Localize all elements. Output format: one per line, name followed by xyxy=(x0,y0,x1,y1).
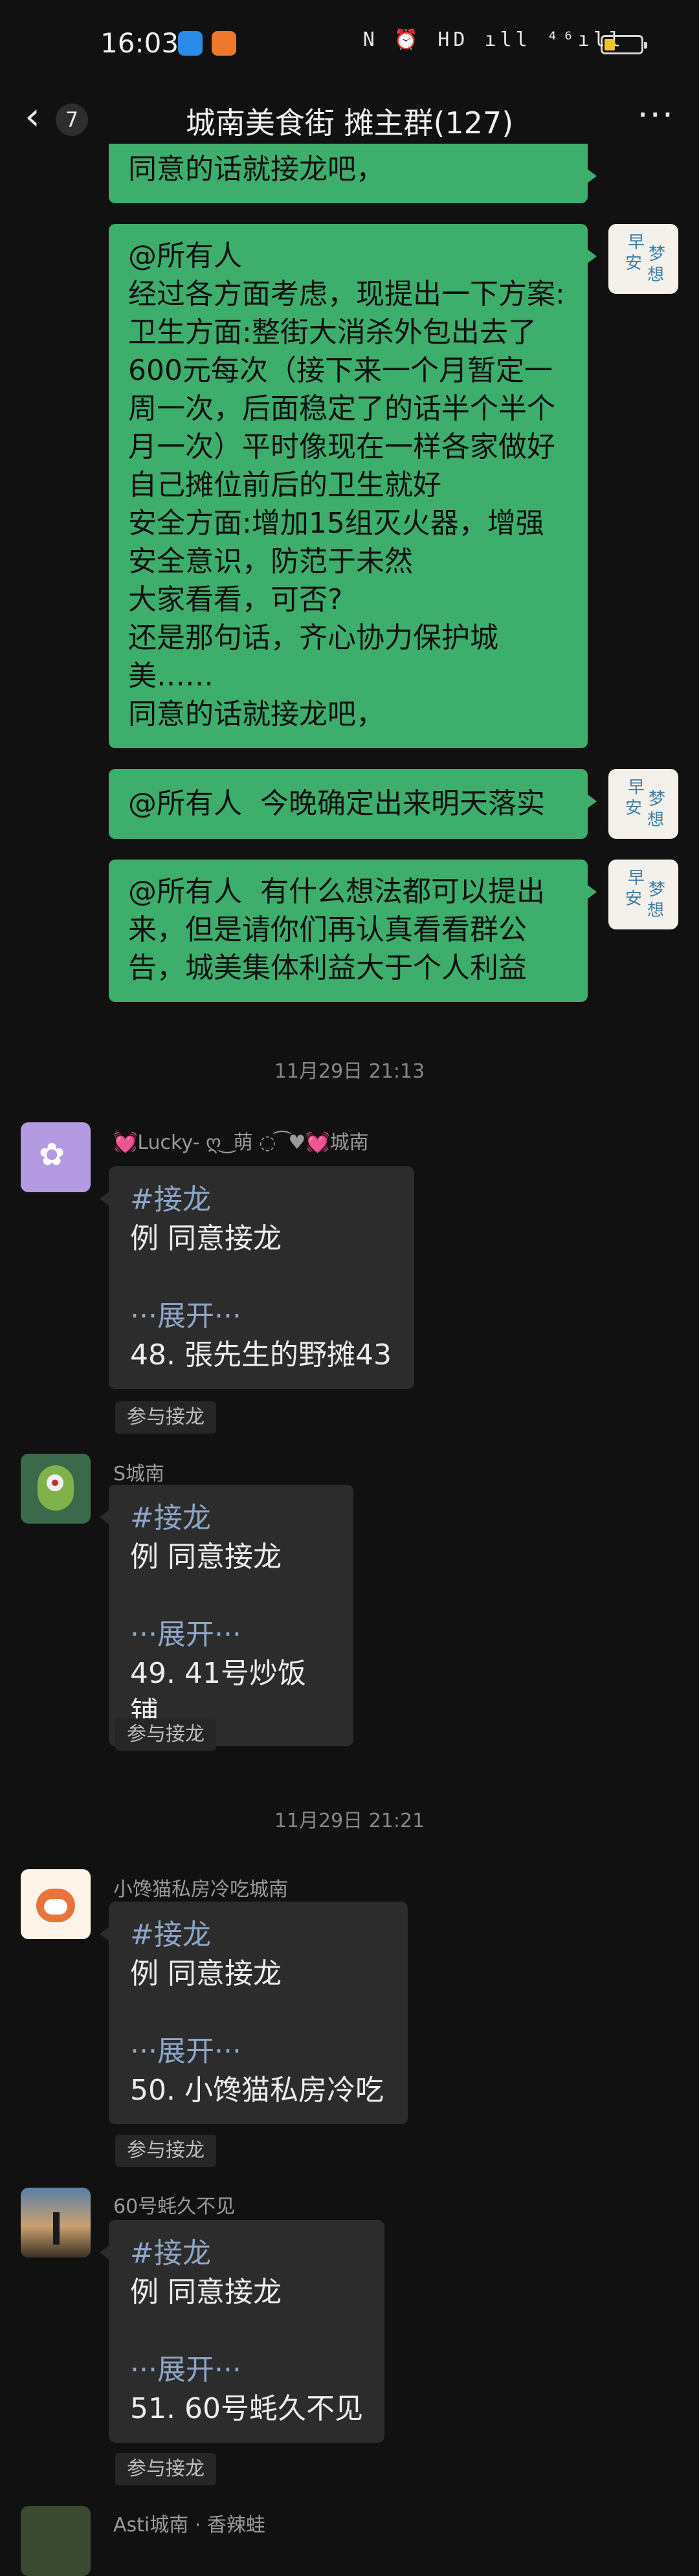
avatar-self[interactable]: 早 安 梦 想 xyxy=(608,769,678,839)
chain-example: 例 同意接龙 xyxy=(130,1957,282,1990)
avatar-char: 想 xyxy=(647,265,665,285)
chain-hashtag[interactable]: #接龙 xyxy=(130,2234,363,2273)
message-bubble-chain[interactable]: #接龙 例 同意接龙 ···展开··· 48. 張先生的野摊43 xyxy=(100,1166,414,1389)
join-chain-button[interactable]: 参与接龙 xyxy=(115,2453,216,2485)
message-bubble-chain[interactable]: #接龙 例 同意接龙 ···展开··· 50. 小馋猫私房冷吃 xyxy=(100,1902,408,2124)
expand-link[interactable]: ···展开··· xyxy=(130,1616,332,1654)
chain-entry: 48. 張先生的野摊43 xyxy=(130,1338,392,1371)
chain-hashtag[interactable]: #接龙 xyxy=(130,1916,386,1955)
expand-link[interactable]: ···展开··· xyxy=(130,2032,386,2071)
notification-app-icon-2 xyxy=(212,31,236,56)
chain-example: 例 同意接龙 xyxy=(130,2276,282,2309)
avatar-char: 想 xyxy=(647,901,665,920)
join-chain-button[interactable]: 参与接龙 xyxy=(115,1401,216,1434)
chain-entry: 51. 60号蚝久不见 xyxy=(130,2392,363,2425)
chain-entry: 50. 小馋猫私房冷吃 xyxy=(130,2074,384,2107)
battery-icon xyxy=(601,35,647,54)
avatar-self[interactable]: 早 安 梦 想 xyxy=(608,224,678,294)
chain-example: 例 同意接龙 xyxy=(130,1540,282,1573)
timestamp: 11月29日 21:13 xyxy=(274,1060,425,1083)
sender-name: S城南 xyxy=(113,1463,165,1485)
avatar-self[interactable]: 早 安 梦 想 xyxy=(608,860,678,929)
avatar-60hao[interactable] xyxy=(21,2188,91,2258)
message-bubble-chain[interactable]: #接龙 例 同意接龙 ···展开··· 49. 41号炒饭铺 xyxy=(100,1485,353,1746)
join-chain-button[interactable]: 参与接龙 xyxy=(115,2135,216,2167)
chain-example: 例 同意接龙 xyxy=(130,1222,282,1255)
message-bubble-self[interactable]: @所有人 今晚确定出来明天落实 xyxy=(109,769,597,839)
avatar-char: 安 xyxy=(625,889,643,909)
avatar-char: 安 xyxy=(625,254,643,273)
avatar-char: 想 xyxy=(647,810,665,830)
join-chain-button[interactable]: 参与接龙 xyxy=(115,1718,216,1751)
message-bubble-self[interactable]: @所有人 有什么想法都可以提出 来，但是请你们再认真看看群公 告，城美集体利益大… xyxy=(109,860,597,1002)
message-bubble-self[interactable]: @所有人 经过各方面考虑，现提出一下方案: 卫生方面:整街大消杀外包出去了 60… xyxy=(109,224,597,748)
chat-header: ‹ 7 城南美食街 摊主群(127) ··· xyxy=(0,91,699,152)
sender-name: Asti城南 · 香辣蛙 xyxy=(113,2514,265,2537)
status-bar: 16:03 N ⏰ HD ıll ⁴⁶ıll xyxy=(0,0,699,91)
chain-hashtag[interactable]: #接龙 xyxy=(130,1181,393,1219)
expand-link[interactable]: ···展开··· xyxy=(130,2351,363,2390)
message-bubble-chain[interactable]: #接龙 例 同意接龙 ···展开··· 51. 60号蚝久不见 xyxy=(100,2220,384,2443)
avatar-asti[interactable] xyxy=(21,2506,91,2576)
chat-title: 城南美食街 摊主群(127) xyxy=(185,105,514,140)
notification-app-icon xyxy=(178,31,203,56)
status-time: 16:03 xyxy=(100,27,179,59)
sender-name: 小馋猫私房冷吃城南 xyxy=(113,1878,288,1901)
expand-link[interactable]: ···展开··· xyxy=(130,1297,393,1336)
chain-hashtag[interactable]: #接龙 xyxy=(130,1499,332,1538)
avatar-char: 安 xyxy=(625,799,643,818)
message-bubble-self[interactable]: 同意的话就接龙吧， xyxy=(109,144,597,203)
avatar-lucky[interactable]: ✿ xyxy=(21,1122,91,1192)
sender-name: 💓Lucky- ღ ͜ 萌 ◌ ͡ ♥💓城南 xyxy=(113,1131,369,1154)
avatar-xiaochanmao[interactable] xyxy=(21,1869,91,1939)
more-options-icon[interactable]: ··· xyxy=(638,94,675,135)
status-icons: N ⏰ HD ıll ⁴⁶ıll xyxy=(362,28,625,51)
timestamp: 11月29日 21:21 xyxy=(274,1810,425,1832)
avatar-s[interactable] xyxy=(21,1454,91,1524)
sender-name: 60号蚝久不见 xyxy=(113,2195,236,2218)
